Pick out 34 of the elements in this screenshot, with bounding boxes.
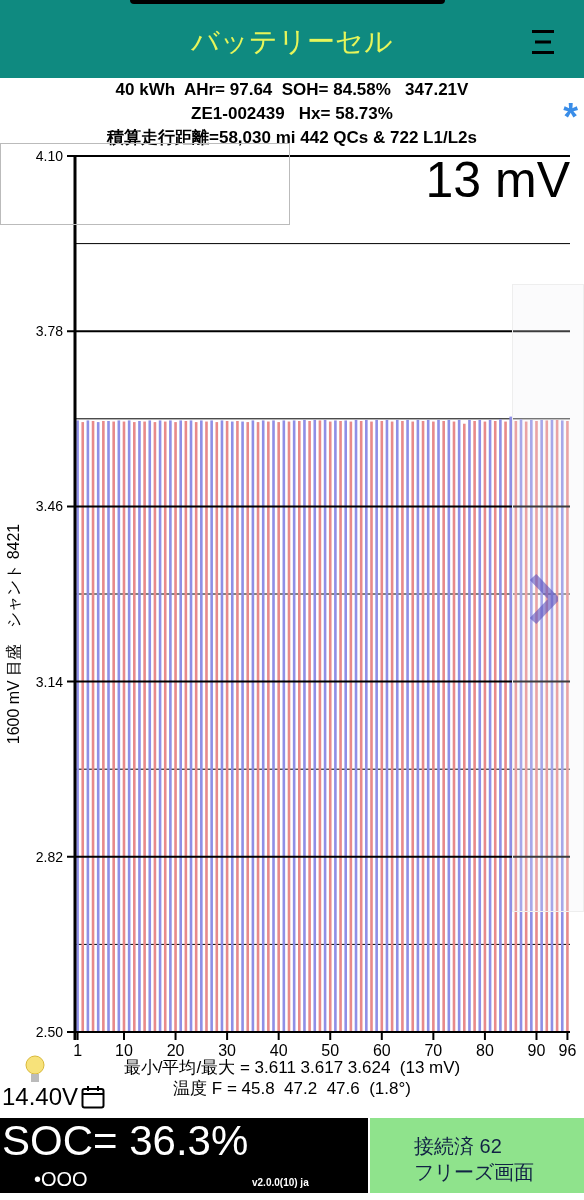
- y-tick-label: 2.50: [35, 1024, 63, 1040]
- menu-icon[interactable]: [532, 30, 554, 54]
- x-tick-label: 70: [424, 1042, 443, 1059]
- y-tick-label: 3.78: [35, 323, 63, 340]
- x-tick-label: 80: [476, 1042, 494, 1059]
- summary-line: ZE1-002439 Hx= 58.73%: [191, 103, 393, 125]
- x-tick-label: 60: [372, 1042, 391, 1059]
- calendar-icon[interactable]: [81, 1085, 106, 1109]
- chevron-right-icon[interactable]: [530, 573, 558, 625]
- x-tick-label: 40: [269, 1042, 288, 1059]
- soc-value: SOC= 36.3%: [2, 1116, 249, 1166]
- x-tick-label: 1: [73, 1042, 83, 1059]
- voltage-spread: 13 mV: [425, 152, 570, 208]
- y-tick-label: 2.82: [35, 848, 63, 865]
- summary-line: 40 kWh AHr= 97.64 SOH= 84.58% 347.21V: [115, 79, 469, 101]
- y-tick-label: 4.10: [35, 148, 63, 164]
- x-tick-label: 90: [527, 1042, 546, 1059]
- status-line: 接続済 62: [414, 1134, 503, 1159]
- y-axis-title: 1600 mV 目盛 シャント 8421: [5, 523, 22, 745]
- x-tick-label: 10: [115, 1042, 133, 1059]
- x-tick-label: 96: [558, 1042, 577, 1059]
- status-line: フリーズ画面: [414, 1160, 535, 1185]
- x-tick-label: 30: [218, 1042, 236, 1059]
- screen-title: バッテリーセル: [191, 25, 393, 59]
- x-tick-label: 50: [321, 1042, 340, 1059]
- page-indicator: •OOO: [34, 1168, 88, 1190]
- version-label: v2.0.0(10) ja: [252, 1177, 309, 1188]
- status-panel[interactable]: 接続済 62 フリーズ画面: [370, 1118, 584, 1193]
- y-tick-label: 3.46: [35, 498, 63, 515]
- x-tick-label: 20: [166, 1042, 185, 1059]
- aux-voltage: 14.40V: [2, 1083, 79, 1111]
- stats-line: 温度 F = 45.8 47.2 47.6 (1.8°): [173, 1078, 411, 1099]
- y-tick-label: 3.14: [35, 673, 63, 690]
- stats-line: 最小/平均/最大 = 3.611 3.617 3.624 (13 mV): [123, 1057, 461, 1078]
